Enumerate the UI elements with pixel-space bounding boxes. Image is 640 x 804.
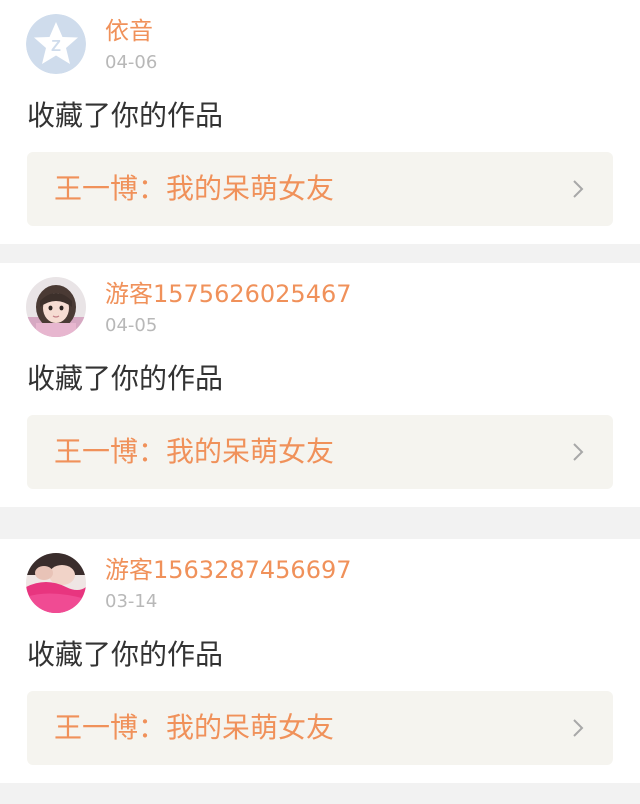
avatar[interactable]: [26, 277, 86, 337]
chevron-right-icon: [567, 441, 589, 463]
work-title: 王一博：我的呆萌女友: [54, 711, 335, 744]
action-text: 收藏了你的作品: [27, 99, 224, 132]
timestamp: 04-05: [105, 315, 158, 336]
chevron-right-icon: [567, 178, 589, 200]
work-title: 王一博：我的呆萌女友: [54, 172, 335, 205]
work-link-card[interactable]: 王一博：我的呆萌女友: [27, 691, 613, 765]
pink-photo-avatar: [26, 553, 86, 613]
qzone-star-icon: Z: [26, 14, 86, 74]
notification-card: 游客1563287456697 03-14 收藏了你的作品 王一博：我的呆萌女友: [0, 539, 640, 783]
work-title: 王一博：我的呆萌女友: [54, 435, 335, 468]
username[interactable]: 游客1575626025467: [105, 277, 352, 311]
avatar[interactable]: [26, 553, 86, 613]
avatar[interactable]: Z: [26, 14, 86, 74]
username[interactable]: 游客1563287456697: [105, 553, 352, 587]
notification-card: Z 依音 04-06 收藏了你的作品 王一博：我的呆萌女友: [0, 0, 640, 244]
work-link-card[interactable]: 王一博：我的呆萌女友: [27, 152, 613, 226]
chevron-right-icon: [567, 717, 589, 739]
action-text: 收藏了你的作品: [27, 362, 224, 395]
username[interactable]: 依音: [105, 14, 153, 48]
notification-card: 游客1575626025467 04-05 收藏了你的作品 王一博：我的呆萌女友: [0, 263, 640, 507]
svg-text:Z: Z: [51, 38, 61, 55]
girl-photo-avatar: [26, 277, 86, 337]
work-link-card[interactable]: 王一博：我的呆萌女友: [27, 415, 613, 489]
action-text: 收藏了你的作品: [27, 638, 224, 671]
timestamp: 04-06: [105, 52, 158, 73]
timestamp: 03-14: [105, 591, 158, 612]
notification-feed: Z 依音 04-06 收藏了你的作品 王一博：我的呆萌女友 游客15756260…: [0, 0, 640, 804]
